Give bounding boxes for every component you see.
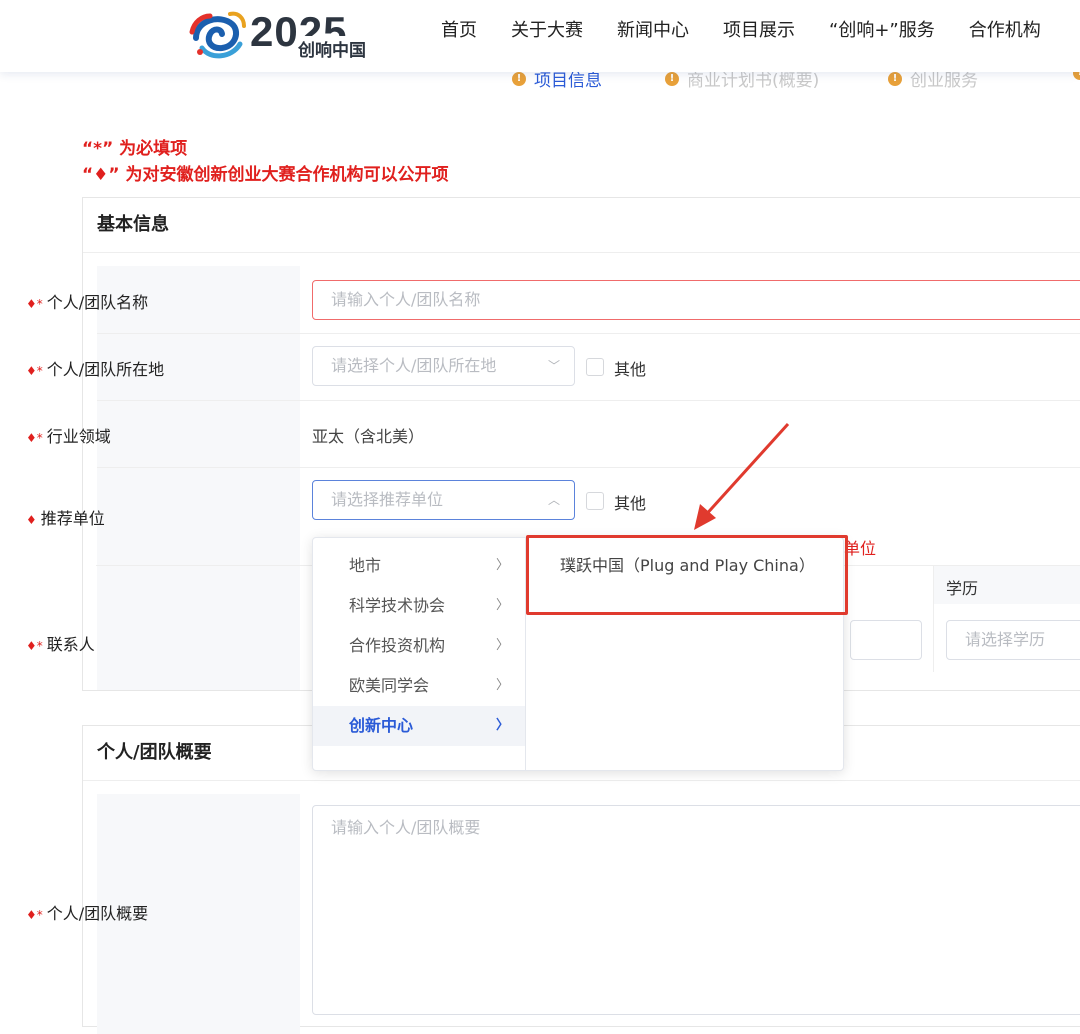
industry-value: 亚太（含北美） bbox=[312, 427, 425, 446]
required-mark: ♦* bbox=[26, 297, 43, 311]
required-note: “*” 为必填项 bbox=[82, 139, 188, 159]
team-location-label: ♦* 个人/团队所在地 bbox=[26, 360, 165, 379]
summary-label: ♦* 个人/团队概要 bbox=[26, 904, 149, 923]
required-mark: ♦* bbox=[26, 364, 43, 378]
chevron-right-icon: 〉 bbox=[495, 718, 509, 733]
summary-textarea[interactable]: 请输入个人/团队概要 bbox=[312, 805, 1080, 1015]
team-location-select[interactable]: 请选择个人/团队所在地 ﹀ bbox=[312, 346, 575, 386]
basic-info-title: 基本信息 bbox=[83, 198, 1080, 253]
required-mark: ♦* bbox=[26, 908, 43, 922]
logo-swirl-icon bbox=[189, 11, 246, 59]
education-label: 学历 bbox=[946, 579, 979, 598]
contact-label: ♦* 联系人 bbox=[26, 635, 95, 654]
recommend-label: ♦ 推荐单位 bbox=[26, 509, 105, 528]
public-note: “♦” 为对安徽创新创业大赛合作机构可以公开项 bbox=[82, 165, 449, 185]
chevron-right-icon: 〉 bbox=[495, 558, 509, 573]
cascader-item-city[interactable]: 地市〉 bbox=[313, 546, 525, 586]
team-name-label: ♦* 个人/团队名称 bbox=[26, 293, 149, 312]
required-mark: ♦* bbox=[26, 431, 43, 445]
top-navigation-bar: 2025 创响中国 首页 关于大赛 新闻中心 项目展示 “创响+”服务 合作机构 bbox=[0, 0, 1080, 72]
education-select[interactable]: 请选择学历 bbox=[946, 620, 1080, 660]
cascader-level1: 地市〉 科学技术协会〉 合作投资机构〉 欧美同学会〉 创新中心〉 bbox=[313, 546, 525, 746]
recommend-other-label: 其他 bbox=[614, 494, 647, 513]
recommend-other-checkbox[interactable] bbox=[586, 492, 604, 510]
location-other-label: 其他 bbox=[614, 360, 647, 379]
nav-news[interactable]: 新闻中心 bbox=[617, 16, 689, 42]
cascader-item-science-association[interactable]: 科学技术协会〉 bbox=[313, 586, 525, 626]
location-other-checkbox[interactable] bbox=[586, 358, 604, 376]
logo-subtitle: 创响中国 bbox=[296, 36, 368, 61]
label-column bbox=[97, 266, 300, 690]
annotation-highlight-box bbox=[526, 535, 848, 615]
recommend-hint: 单位 bbox=[844, 539, 877, 558]
nav-partners[interactable]: 合作机构 bbox=[969, 16, 1041, 42]
main-nav: 首页 关于大赛 新闻中心 项目展示 “创响+”服务 合作机构 bbox=[424, 0, 1058, 58]
site-logo[interactable]: 2025 创响中国 bbox=[188, 6, 388, 66]
info-icon: ! bbox=[512, 71, 526, 86]
chevron-down-icon: ﹀ bbox=[547, 359, 560, 373]
cascader-item-returned-scholars[interactable]: 欧美同学会〉 bbox=[313, 666, 525, 706]
nav-home[interactable]: 首页 bbox=[441, 16, 477, 42]
info-icon: ! bbox=[888, 71, 902, 86]
nav-projects[interactable]: 项目展示 bbox=[723, 16, 795, 42]
chevron-right-icon: 〉 bbox=[495, 678, 509, 693]
contact-phone-input[interactable] bbox=[850, 620, 922, 660]
chevron-up-icon: ︿ bbox=[547, 493, 560, 507]
info-icon: ! bbox=[665, 71, 679, 86]
industry-label: ♦* 行业领域 bbox=[26, 427, 111, 446]
nav-services[interactable]: “创响+”服务 bbox=[829, 16, 935, 42]
required-mark: ♦* bbox=[26, 639, 43, 653]
chevron-right-icon: 〉 bbox=[495, 598, 509, 613]
recommend-select[interactable]: 请选择推荐单位 ︿ bbox=[312, 480, 575, 520]
cascader-item-innovation-center[interactable]: 创新中心〉 bbox=[313, 706, 525, 746]
team-name-input[interactable]: 请输入个人/团队名称 bbox=[312, 280, 1080, 320]
chevron-right-icon: 〉 bbox=[495, 638, 509, 653]
required-mark: ♦ bbox=[26, 513, 37, 527]
nav-about[interactable]: 关于大赛 bbox=[511, 16, 583, 42]
cascader-item-investment-partner[interactable]: 合作投资机构〉 bbox=[313, 626, 525, 666]
